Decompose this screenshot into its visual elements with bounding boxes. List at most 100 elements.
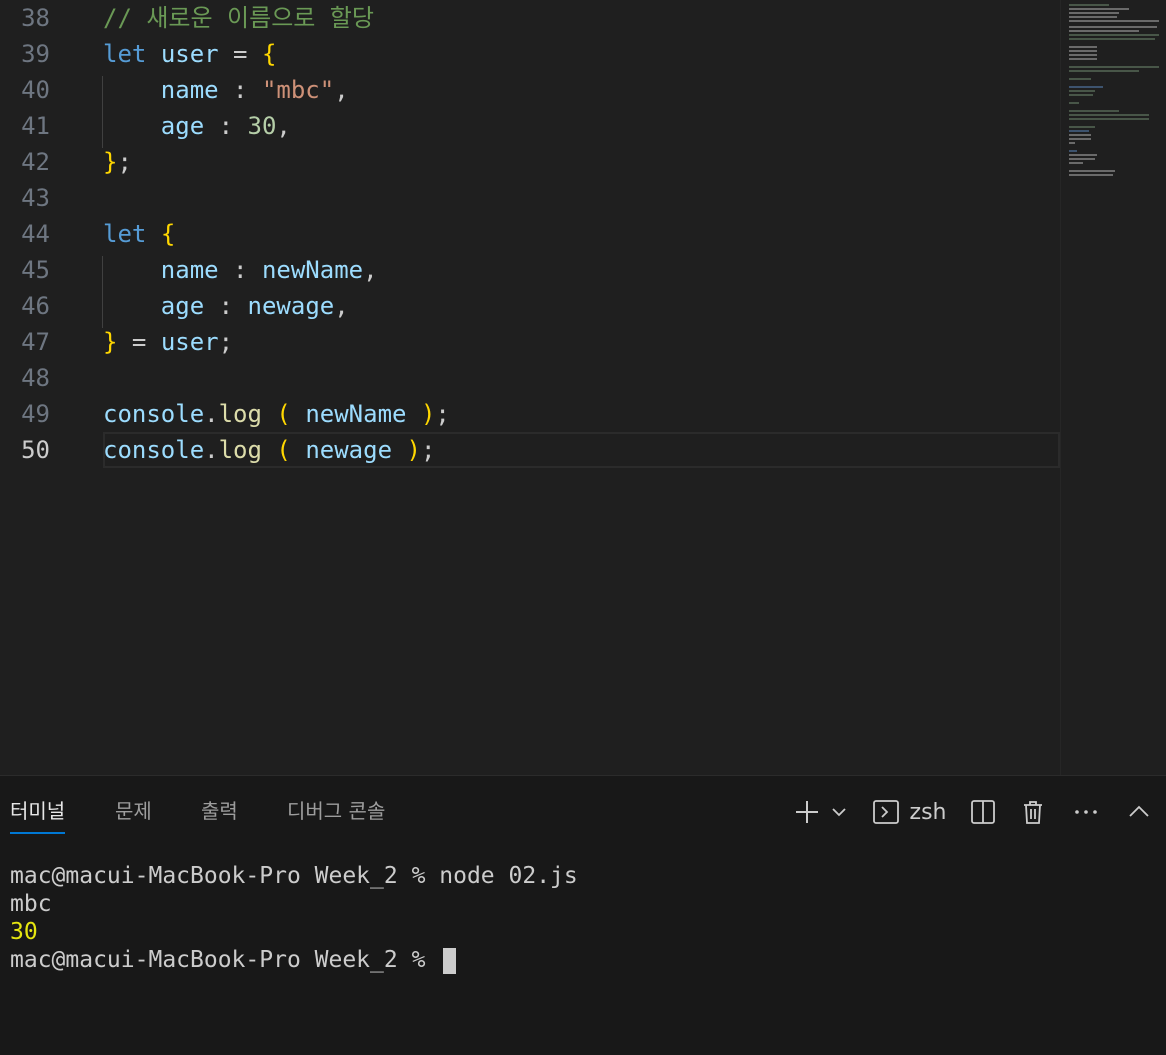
minimap-line [1069, 70, 1139, 72]
minimap[interactable] [1060, 0, 1166, 775]
identifier: console [103, 400, 205, 428]
bracket: ( [276, 436, 291, 464]
minimap-line [1069, 86, 1103, 88]
code-line-45: name : newName, [103, 252, 1060, 288]
minimap-line [1069, 38, 1155, 40]
ellipsis-icon[interactable] [1070, 794, 1102, 830]
plus-icon[interactable] [790, 794, 824, 830]
minimap-line [1069, 174, 1113, 176]
minimap-line [1069, 34, 1159, 36]
tab-debug-console[interactable]: 디버그 콘솔 [287, 796, 385, 834]
comment: // 새로운 이름으로 할당 [103, 4, 374, 32]
terminal-prompt-line[interactable]: mac@macui-MacBook-Pro Week_2 % [10, 946, 1156, 974]
bracket: { [261, 40, 277, 68]
minimap-line [1069, 170, 1115, 172]
code-line-38: // 새로운 이름으로 할당 [103, 0, 1060, 36]
minimap-line [1069, 126, 1095, 128]
bracket: ) [406, 436, 421, 464]
comma: , [334, 76, 349, 104]
minimap-line [1069, 78, 1091, 80]
identifier: newage [247, 292, 335, 320]
minimap-line [1069, 158, 1095, 160]
bracket: ) [420, 400, 436, 428]
code-editor[interactable]: 38 39 40 41 42 43 44 45 46 47 48 49 50 /… [0, 0, 1166, 775]
line-number: 46 [21, 292, 50, 320]
minimap-line [1069, 110, 1119, 112]
code-line-49: console.log ( newName ); [103, 396, 1060, 432]
identifier: console [103, 436, 205, 464]
minimap-line [1069, 50, 1097, 52]
bracket: } [103, 328, 118, 356]
bracket: { [160, 220, 176, 248]
line-number: 41 [21, 112, 50, 140]
operator: = [218, 40, 262, 68]
minimap-line [1069, 66, 1159, 68]
identifier: user [160, 40, 219, 68]
keyword: let [103, 40, 147, 68]
tab-problems[interactable]: 문제 [115, 796, 152, 834]
property-key: name [160, 76, 219, 104]
line-number: 42 [21, 148, 50, 176]
colon: : [204, 112, 248, 140]
minimap-line [1069, 20, 1159, 22]
minimap-line [1069, 12, 1119, 14]
function-name: log [218, 436, 262, 464]
keyword: let [103, 220, 147, 248]
line-number: 43 [21, 184, 50, 212]
chevron-up-icon[interactable] [1124, 794, 1154, 830]
line-number: 44 [21, 220, 50, 248]
bracket: ( [276, 400, 291, 428]
minimap-line [1069, 94, 1093, 96]
code-line-40: name : "mbc", [103, 72, 1060, 108]
terminal-output[interactable]: mac@macui-MacBook-Pro Week_2 % node 02.j… [10, 862, 1156, 974]
code-line-44: let { [103, 216, 1060, 252]
tab-terminal[interactable]: 터미널 [10, 796, 66, 834]
minimap-line [1069, 142, 1075, 144]
code-area[interactable]: // 새로운 이름으로 할당 let user = { name : "mbc"… [103, 0, 1060, 468]
terminal-icon[interactable] [870, 794, 902, 830]
trash-icon[interactable] [1018, 794, 1048, 830]
identifier: newName [305, 400, 407, 428]
minimap-line [1069, 114, 1149, 116]
minimap-line [1069, 162, 1083, 164]
line-number: 38 [21, 4, 50, 32]
operator: = [117, 328, 161, 356]
split-icon[interactable] [968, 794, 998, 830]
terminal-line: mac@macui-MacBook-Pro Week_2 % node 02.j… [10, 863, 578, 889]
colon: : [218, 76, 262, 104]
code-line-39: let user = { [103, 36, 1060, 72]
shell-label[interactable]: zsh [906, 794, 950, 830]
terminal-line: 30 [10, 919, 38, 945]
comma: , [334, 292, 349, 320]
dot: . [204, 400, 219, 428]
line-number: 45 [21, 256, 50, 284]
semicolon: ; [218, 328, 234, 356]
line-number-gutter: 38 39 40 41 42 43 44 45 46 47 48 49 50 [0, 0, 80, 468]
minimap-line [1069, 46, 1097, 48]
code-line-42: }; [103, 144, 1060, 180]
semicolon: ; [435, 400, 450, 428]
minimap-line [1069, 90, 1095, 92]
bracket: } [103, 148, 118, 176]
string-literal: "mbc" [261, 76, 335, 104]
minimap-line [1069, 154, 1097, 156]
tab-output[interactable]: 출력 [201, 796, 238, 834]
minimap-line [1069, 130, 1089, 132]
minimap-line [1069, 4, 1109, 6]
comma: , [363, 256, 378, 284]
line-number: 39 [21, 40, 50, 68]
minimap-line [1069, 16, 1117, 18]
line-number: 48 [21, 364, 50, 392]
bottom-panel: 터미널 문제 출력 디버그 콘솔 zsh mac@macui-MacBook-P… [0, 775, 1166, 1055]
semicolon: ; [117, 148, 132, 176]
colon: : [204, 292, 248, 320]
chevron-down-icon[interactable] [828, 794, 850, 830]
minimap-line [1069, 30, 1139, 32]
code-line-41: age : 30, [103, 108, 1060, 144]
property-key: age [160, 292, 205, 320]
identifier: user [160, 328, 219, 356]
code-line-46: age : newage, [103, 288, 1060, 324]
line-number-active: 50 [21, 436, 50, 464]
